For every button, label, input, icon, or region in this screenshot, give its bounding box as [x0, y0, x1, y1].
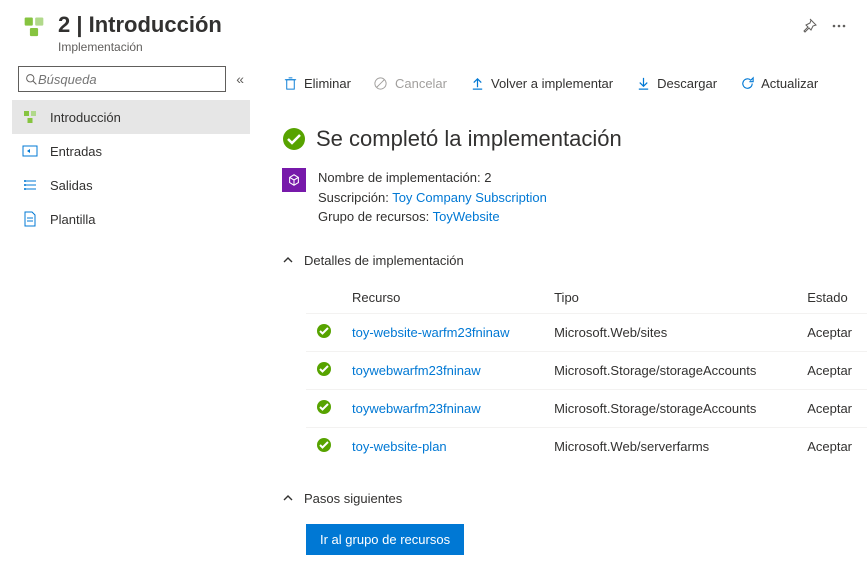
col-type: Tipo — [544, 282, 797, 314]
resource-status: Aceptar — [797, 313, 867, 351]
sidebar-item-inputs[interactable]: Entradas — [12, 134, 250, 168]
sidebar-item-label: Plantilla — [50, 212, 96, 227]
status-ok-icon — [316, 361, 332, 377]
sidebar-item-outputs[interactable]: Salidas — [12, 168, 250, 202]
deployment-icon — [282, 168, 306, 192]
resource-link[interactable]: toywebwarfm23fninaw — [352, 363, 481, 378]
download-button[interactable]: Descargar — [635, 75, 717, 91]
resource-group-icon — [20, 14, 48, 42]
page-subtitle: Implementación — [58, 40, 793, 54]
meta-subscription-label: Suscripción: — [318, 190, 389, 205]
resource-type: Microsoft.Web/sites — [544, 313, 797, 351]
meta-name-label: Nombre de implementación: — [318, 170, 481, 185]
col-status: Estado — [797, 282, 867, 314]
resource-status: Aceptar — [797, 389, 867, 427]
next-toggle[interactable]: Pasos siguientes — [282, 491, 847, 506]
sidebar: « Introducción Entradas Salidas — [0, 62, 262, 575]
more-icon[interactable] — [831, 18, 847, 34]
collapse-sidebar-button[interactable]: « — [236, 71, 244, 87]
toolbar: Eliminar Cancelar Volver a implementar D… — [282, 62, 847, 104]
redeploy-button[interactable]: Volver a implementar — [469, 75, 613, 91]
sidebar-item-overview[interactable]: Introducción — [12, 100, 250, 134]
cancel-button: Cancelar — [373, 75, 447, 91]
resources-table: Recurso Tipo Estado toy-website-warfm23f… — [306, 282, 867, 465]
sidebar-item-label: Salidas — [50, 178, 93, 193]
template-icon — [22, 211, 38, 227]
chevron-up-icon — [282, 492, 294, 504]
refresh-button[interactable]: Actualizar — [739, 75, 818, 91]
subscription-link[interactable]: Toy Company Subscription — [392, 190, 547, 205]
success-icon — [282, 127, 306, 151]
meta-rg-label: Grupo de recursos: — [318, 209, 429, 224]
go-to-resource-group-button[interactable]: Ir al grupo de recursos — [306, 524, 464, 555]
refresh-icon — [739, 75, 755, 91]
status-ok-icon — [316, 437, 332, 453]
cancel-icon — [373, 75, 389, 91]
delete-icon — [282, 75, 298, 91]
resource-type: Microsoft.Storage/storageAccounts — [544, 389, 797, 427]
main-content: Eliminar Cancelar Volver a implementar D… — [262, 62, 867, 575]
chevron-up-icon — [282, 254, 294, 266]
deployment-meta: Nombre de implementación: 2 Suscripción:… — [282, 168, 847, 227]
search-icon — [25, 73, 38, 86]
outputs-icon — [22, 177, 38, 193]
resource-group-link[interactable]: ToyWebsite — [433, 209, 500, 224]
delete-button[interactable]: Eliminar — [282, 75, 351, 91]
table-row: toywebwarfm23fninaw Microsoft.Storage/st… — [306, 389, 867, 427]
sidebar-item-label: Introducción — [50, 110, 121, 125]
redeploy-icon — [469, 75, 485, 91]
status-ok-icon — [316, 323, 332, 339]
page-header: 2 | Introducción Implementación — [0, 0, 867, 62]
download-icon — [635, 75, 651, 91]
pin-icon[interactable] — [801, 18, 817, 34]
table-row: toy-website-plan Microsoft.Web/serverfar… — [306, 427, 867, 465]
deployment-details-section: Detalles de implementación Recurso Tipo … — [282, 253, 847, 465]
resource-type: Microsoft.Web/serverfarms — [544, 427, 797, 465]
resource-status: Aceptar — [797, 351, 867, 389]
status-ok-icon — [316, 399, 332, 415]
resource-link[interactable]: toy-website-plan — [352, 439, 447, 454]
table-row: toy-website-warfm23fninaw Microsoft.Web/… — [306, 313, 867, 351]
meta-name-value: 2 — [484, 170, 491, 185]
next-steps-section: Pasos siguientes Ir al grupo de recursos — [282, 491, 847, 555]
sidebar-item-label: Entradas — [50, 144, 102, 159]
resource-type: Microsoft.Storage/storageAccounts — [544, 351, 797, 389]
sidebar-item-template[interactable]: Plantilla — [12, 202, 250, 236]
search-input[interactable] — [18, 66, 226, 92]
overview-icon — [22, 109, 38, 125]
resource-link[interactable]: toy-website-warfm23fninaw — [352, 325, 510, 340]
details-toggle[interactable]: Detalles de implementación — [282, 253, 847, 268]
inputs-icon — [22, 143, 38, 159]
resource-link[interactable]: toywebwarfm23fninaw — [352, 401, 481, 416]
table-row: toywebwarfm23fninaw Microsoft.Storage/st… — [306, 351, 867, 389]
resource-status: Aceptar — [797, 427, 867, 465]
col-resource: Recurso — [342, 282, 544, 314]
status-title: Se completó la implementación — [316, 126, 622, 152]
page-title: 2 | Introducción — [58, 12, 222, 38]
deployment-status: Se completó la implementación — [282, 126, 847, 152]
